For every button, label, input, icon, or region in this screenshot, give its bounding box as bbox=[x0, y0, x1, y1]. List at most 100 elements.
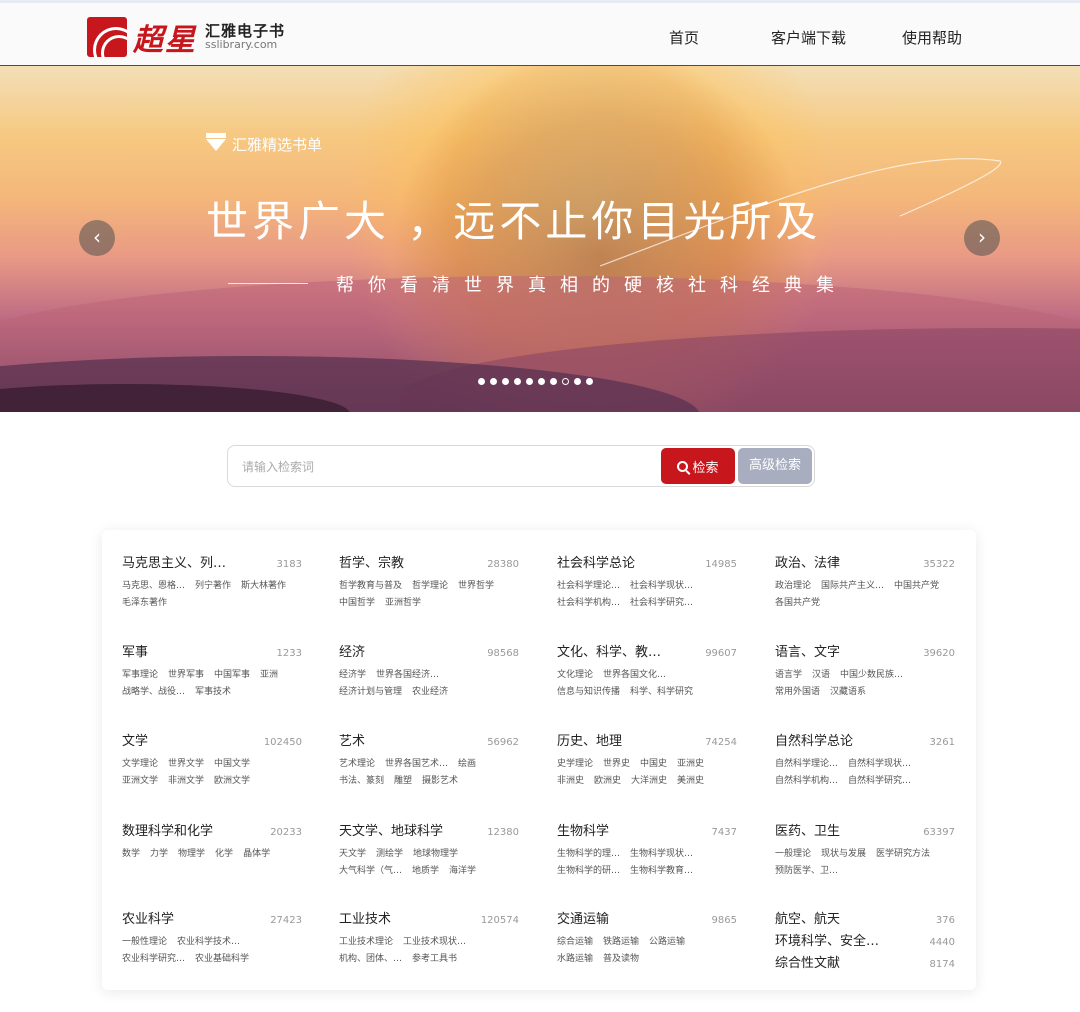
subcategory-link[interactable]: 艺术理论 bbox=[339, 756, 375, 773]
category-title[interactable]: 环境科学、安全… bbox=[775, 930, 879, 949]
subcategory-link[interactable]: 国际共产主义… bbox=[821, 578, 884, 595]
subcategory-link[interactable]: 工业技术理论 bbox=[339, 934, 393, 951]
nav-help[interactable]: 使用帮助 bbox=[902, 27, 962, 48]
banner-next-button[interactable]: › bbox=[964, 220, 1000, 256]
category-title[interactable]: 医药、卫生 bbox=[775, 820, 840, 839]
carousel-dot[interactable] bbox=[502, 378, 509, 385]
subcategory-link[interactable]: 哲学理论 bbox=[412, 578, 448, 595]
subcategory-link[interactable]: 中国共产党 bbox=[894, 578, 939, 595]
subcategory-link[interactable]: 铁路运输 bbox=[603, 934, 639, 951]
subcategory-link[interactable]: 一般性理论 bbox=[122, 934, 167, 951]
carousel-dot[interactable] bbox=[538, 378, 545, 385]
subcategory-link[interactable]: 政治理论 bbox=[775, 578, 811, 595]
category-title[interactable]: 农业科学 bbox=[122, 908, 174, 927]
category-title[interactable]: 政治、法律 bbox=[775, 552, 840, 571]
subcategory-link[interactable]: 文学理论 bbox=[122, 756, 158, 773]
subcategory-link[interactable]: 世界各国艺术… bbox=[385, 756, 448, 773]
subcategory-link[interactable]: 生物科学教育… bbox=[630, 863, 693, 880]
subcategory-link[interactable]: 中国少数民族… bbox=[840, 667, 903, 684]
nav-home[interactable]: 首页 bbox=[669, 27, 699, 48]
subcategory-link[interactable]: 自然科学研究… bbox=[848, 773, 911, 790]
category-title[interactable]: 文化、科学、教… bbox=[557, 641, 661, 660]
subcategory-link[interactable]: 世界各国文化… bbox=[603, 667, 666, 684]
subcategory-link[interactable]: 毛泽东著作 bbox=[122, 595, 167, 612]
subcategory-link[interactable]: 社会科学现状… bbox=[630, 578, 693, 595]
category-title[interactable]: 自然科学总论 bbox=[775, 730, 853, 749]
category-title[interactable]: 综合性文献 bbox=[775, 952, 840, 971]
subcategory-link[interactable]: 一般理论 bbox=[775, 846, 811, 863]
subcategory-link[interactable]: 中国史 bbox=[640, 756, 667, 773]
nav-client-download[interactable]: 客户端下载 bbox=[771, 27, 846, 48]
category-title[interactable]: 天文学、地球科学 bbox=[339, 820, 443, 839]
subcategory-link[interactable]: 美洲史 bbox=[677, 773, 704, 790]
carousel-dot[interactable] bbox=[562, 378, 569, 385]
category-title[interactable]: 文学 bbox=[122, 730, 148, 749]
subcategory-link[interactable]: 科学、科学研究 bbox=[630, 684, 693, 701]
subcategory-link[interactable]: 世界哲学 bbox=[458, 578, 494, 595]
subcategory-link[interactable]: 信息与知识传播 bbox=[557, 684, 620, 701]
subcategory-link[interactable]: 生物科学的理… bbox=[557, 846, 620, 863]
subcategory-link[interactable]: 农业科学研究… bbox=[122, 951, 185, 968]
subcategory-link[interactable]: 地质学 bbox=[412, 863, 439, 880]
category-title[interactable]: 社会科学总论 bbox=[557, 552, 635, 571]
subcategory-link[interactable]: 农业经济 bbox=[412, 684, 448, 701]
carousel-dot[interactable] bbox=[574, 378, 581, 385]
subcategory-link[interactable]: 绘画 bbox=[458, 756, 476, 773]
subcategory-link[interactable]: 预防医学、卫… bbox=[775, 863, 838, 880]
subcategory-link[interactable]: 测绘学 bbox=[376, 846, 403, 863]
subcategory-link[interactable]: 物理学 bbox=[178, 846, 205, 863]
category-title[interactable]: 军事 bbox=[122, 641, 148, 660]
subcategory-link[interactable]: 参考工具书 bbox=[412, 951, 457, 968]
subcategory-link[interactable]: 语言学 bbox=[775, 667, 802, 684]
subcategory-link[interactable]: 医学研究方法 bbox=[876, 846, 930, 863]
subcategory-link[interactable]: 天文学 bbox=[339, 846, 366, 863]
category-title[interactable]: 艺术 bbox=[339, 730, 365, 749]
category-title[interactable]: 语言、文字 bbox=[775, 641, 840, 660]
subcategory-link[interactable]: 常用外国语 bbox=[775, 684, 820, 701]
hero-banner[interactable]: 汇雅精选书单 世界广大 ，远不止你目光所及 帮你看清世界真相的硬核社科经典集 ‹… bbox=[0, 66, 1080, 412]
subcategory-link[interactable]: 中国哲学 bbox=[339, 595, 375, 612]
subcategory-link[interactable]: 非洲史 bbox=[557, 773, 584, 790]
subcategory-link[interactable]: 生物科学现状… bbox=[630, 846, 693, 863]
subcategory-link[interactable]: 战略学、战役… bbox=[122, 684, 185, 701]
subcategory-link[interactable]: 史学理论 bbox=[557, 756, 593, 773]
search-input[interactable] bbox=[242, 456, 642, 478]
subcategory-link[interactable]: 工业技术现状… bbox=[403, 934, 466, 951]
subcategory-link[interactable]: 汉语 bbox=[812, 667, 830, 684]
subcategory-link[interactable]: 社会科学机构… bbox=[557, 595, 620, 612]
subcategory-link[interactable]: 经济计划与管理 bbox=[339, 684, 402, 701]
subcategory-link[interactable]: 欧洲文学 bbox=[214, 773, 250, 790]
category-title[interactable]: 航空、航天 bbox=[775, 908, 840, 927]
subcategory-link[interactable]: 公路运输 bbox=[649, 934, 685, 951]
carousel-dot[interactable] bbox=[478, 378, 485, 385]
subcategory-link[interactable]: 军事理论 bbox=[122, 667, 158, 684]
subcategory-link[interactable]: 亚洲 bbox=[260, 667, 278, 684]
subcategory-link[interactable]: 世界文学 bbox=[168, 756, 204, 773]
carousel-dot[interactable] bbox=[550, 378, 557, 385]
subcategory-link[interactable]: 文化理论 bbox=[557, 667, 593, 684]
subcategory-link[interactable]: 水路运输 bbox=[557, 951, 593, 968]
subcategory-link[interactable]: 斯大林著作 bbox=[241, 578, 286, 595]
category-title[interactable]: 经济 bbox=[339, 641, 365, 660]
subcategory-link[interactable]: 中国文学 bbox=[214, 756, 250, 773]
subcategory-link[interactable]: 亚洲文学 bbox=[122, 773, 158, 790]
category-title[interactable]: 生物科学 bbox=[557, 820, 609, 839]
subcategory-link[interactable]: 汉藏语系 bbox=[830, 684, 866, 701]
subcategory-link[interactable]: 世界各国经济… bbox=[376, 667, 439, 684]
subcategory-link[interactable]: 大气科学（气… bbox=[339, 863, 402, 880]
subcategory-link[interactable]: 亚洲哲学 bbox=[385, 595, 421, 612]
carousel-dot[interactable] bbox=[526, 378, 533, 385]
subcategory-link[interactable]: 农业基础科学 bbox=[195, 951, 249, 968]
subcategory-link[interactable]: 地球物理学 bbox=[413, 846, 458, 863]
category-title[interactable]: 数理科学和化学 bbox=[122, 820, 213, 839]
subcategory-link[interactable]: 晶体学 bbox=[243, 846, 270, 863]
carousel-dot[interactable] bbox=[514, 378, 521, 385]
carousel-dot[interactable] bbox=[586, 378, 593, 385]
banner-prev-button[interactable]: ‹ bbox=[79, 220, 115, 256]
carousel-dot[interactable] bbox=[490, 378, 497, 385]
subcategory-link[interactable]: 自然科学理论… bbox=[775, 756, 838, 773]
subcategory-link[interactable]: 数学 bbox=[122, 846, 140, 863]
subcategory-link[interactable]: 世界军事 bbox=[168, 667, 204, 684]
subcategory-link[interactable]: 马克思、恩格… bbox=[122, 578, 185, 595]
subcategory-link[interactable]: 社会科学研究… bbox=[630, 595, 693, 612]
